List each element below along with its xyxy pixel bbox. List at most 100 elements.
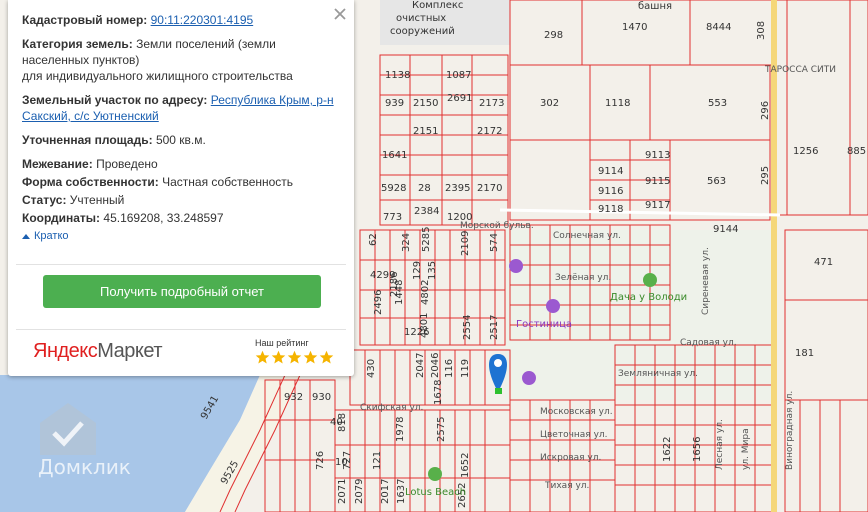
parcel-number[interactable]: 324 [401,233,412,252]
parcel-number[interactable]: 1622 [662,437,673,462]
star-icon [271,350,286,364]
parcel-number[interactable]: 939 [385,98,404,109]
parcel-number[interactable]: 1641 [382,150,407,161]
address-link-1[interactable]: Республика Крым, р-н [211,93,334,107]
star-icon [255,350,270,364]
parcel-number[interactable]: 1256 [793,146,818,157]
star-icon [287,350,302,364]
parcel-number[interactable]: 2575 [436,417,447,442]
cafe-icon[interactable] [643,273,657,287]
parcel-number[interactable]: 2046 [430,353,441,378]
parcel-number[interactable]: 121 [372,451,383,470]
parcel-number[interactable]: 2172 [477,126,502,137]
parcel-number[interactable]: 2017 [380,479,391,504]
domclick-text: Домклик [38,455,131,479]
parcel-number[interactable]: 2151 [413,126,438,137]
parcel-number[interactable]: 116 [444,359,455,378]
cadastral-number-link[interactable]: 90:11:220301:4195 [151,13,254,27]
yandex-market-logo[interactable]: ЯндексМаркет [33,340,162,363]
parcel-number[interactable]: 129 [412,261,423,280]
star-icon [319,350,334,364]
parcel-number[interactable]: 932 [284,392,303,403]
address-label: Земельный участок по адресу: [22,93,208,107]
parcel-number[interactable]: 302 [540,98,559,109]
parcel-number[interactable]: 119 [460,359,471,378]
hotel-icon[interactable] [509,259,523,273]
parcel-number[interactable]: 553 [708,98,727,109]
parcel-number[interactable]: 9113 [645,150,670,161]
parcel-info-panel: Кадастровый номер: 90:11:220301:4195 Кат… [8,0,354,376]
hotel-icon[interactable] [522,371,536,385]
parcel-number[interactable]: 1470 [622,22,647,33]
parcel-number[interactable]: 62 [368,233,379,246]
ownership-value: Частная собственность [162,175,294,189]
parcel-number[interactable]: 9144 [713,224,738,235]
parcel-number[interactable]: 2071 [337,479,348,504]
parcel-number[interactable]: 1448 [394,280,405,305]
parcel-number[interactable]: 296 [760,101,771,120]
parcel-number[interactable]: 1978 [395,417,406,442]
parcel-number[interactable]: 1138 [385,70,410,81]
parcel-number[interactable]: 2109 [460,231,471,256]
survey-row: Межевание: Проведено [22,156,340,172]
parcel-number[interactable]: 135 [427,261,438,280]
collapse-link[interactable]: Кратко [22,228,340,244]
parcel-number[interactable]: 2047 [415,353,426,378]
divider [16,329,346,330]
parcel-number[interactable]: 773 [383,212,402,223]
parcel-number[interactable]: 2496 [373,290,384,315]
cafe-icon[interactable] [428,467,442,481]
parcel-number[interactable]: 1656 [692,437,703,462]
parcel-number[interactable]: 295 [760,166,771,185]
parcel-number[interactable]: 726 [315,451,326,470]
star-icon [303,350,318,364]
parcel-number[interactable]: 1652 [460,453,471,478]
parcel-number[interactable]: 885 [847,146,866,157]
parcel-number[interactable]: 930 [312,392,331,403]
parcel-number[interactable]: 308 [756,21,767,40]
selected-parcel[interactable] [495,388,502,394]
parcel-number[interactable]: 9118 [598,204,623,215]
cadastral-row: Кадастровый номер: 90:11:220301:4195 [22,12,340,28]
parcel-number[interactable]: 2384 [414,206,439,217]
collapse-link-label: Кратко [34,230,69,242]
parcel-number[interactable]: 298 [544,30,563,41]
parcel-number[interactable]: 574 [489,233,500,252]
category-value-1: Земли поселений (земли [136,37,276,51]
parcel-number[interactable]: 5928 [381,183,406,194]
parcel-number[interactable]: 181 [795,348,814,359]
parcel-number[interactable]: 28 [418,183,431,194]
parcel-number[interactable]: 2173 [479,98,504,109]
parcel-number[interactable]: 2554 [462,315,473,340]
parcel-number[interactable]: 471 [814,257,833,268]
parcel-number[interactable]: 2691 [447,93,472,104]
parcel-number[interactable]: 10 [335,457,348,468]
parcel-number[interactable]: 1087 [446,70,471,81]
parcel-number[interactable]: 2079 [354,479,365,504]
category-value-3: для индивидуального жилищного строительс… [22,69,293,83]
parcel-number[interactable]: 563 [707,176,726,187]
parcel-number[interactable]: 9116 [598,186,623,197]
logo-yandex-text: Яндекс [33,340,98,362]
parcel-number[interactable]: 1678 [433,380,444,405]
parcel-number[interactable]: 2150 [413,98,438,109]
parcel-number[interactable]: 2517 [489,315,500,340]
parcel-number[interactable]: 8444 [706,22,731,33]
address-link-2[interactable]: Сакский, с/с Уютненский [22,109,159,123]
hotel-icon[interactable] [546,299,560,313]
parcel-number[interactable]: 4802 [420,280,431,305]
parcel-number[interactable]: 9115 [645,176,670,187]
parcel-number[interactable]: 5285 [421,227,432,252]
get-report-button[interactable]: Получить подробный отчет [43,275,321,308]
parcel-number[interactable]: 9114 [598,166,623,177]
parcel-number[interactable]: 2395 [445,183,470,194]
parcel-number[interactable]: 430 [366,359,377,378]
rating-label: Наш рейтинг [255,338,309,348]
street-zelenaya: Зелёная ул. [555,273,611,283]
parcel-number[interactable]: 40 [330,417,343,428]
parcel-number[interactable]: 9117 [645,200,670,211]
domclick-logo-icon [40,403,96,455]
parcel-number[interactable]: 2170 [477,183,502,194]
parcel-number[interactable]: 4801 [419,313,430,338]
parcel-number[interactable]: 1118 [605,98,630,109]
